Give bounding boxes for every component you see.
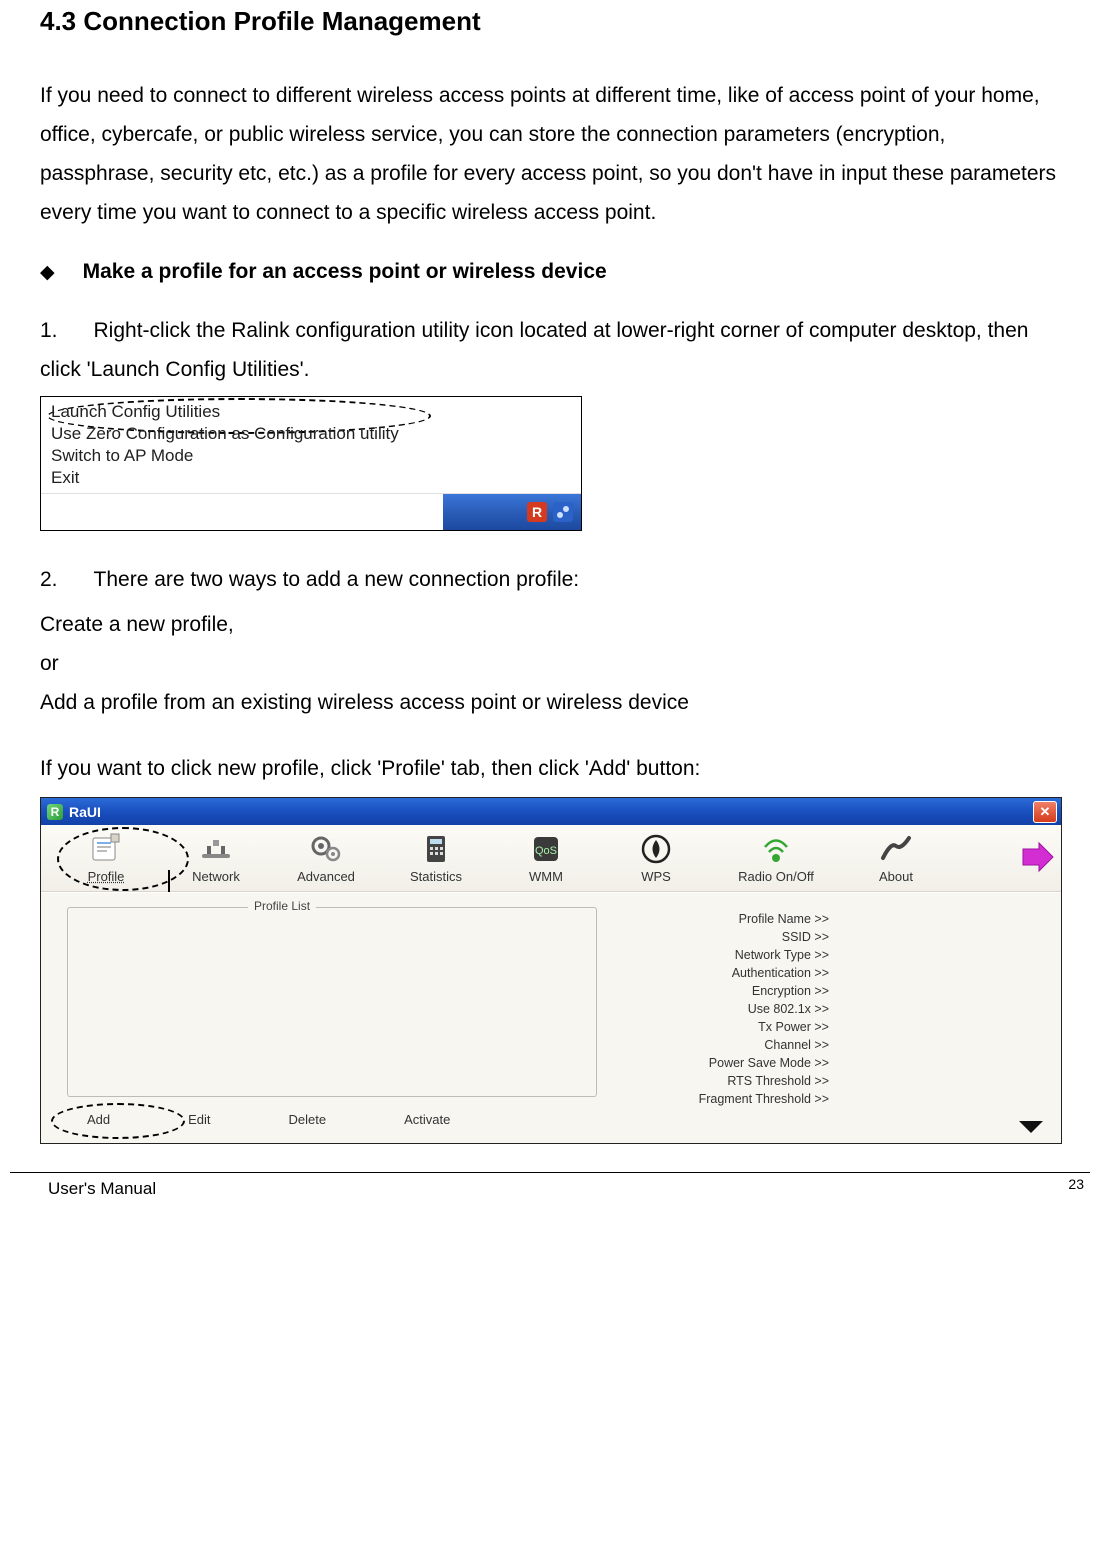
menu-item-switch-ap[interactable]: Switch to AP Mode [51, 445, 581, 467]
detail-fragment: Fragment Threshold >> [607, 1091, 829, 1107]
diamond-icon: ◆ [40, 261, 55, 284]
gear-icon [309, 832, 343, 866]
tab-radio-label: Radio On/Off [738, 869, 814, 884]
tab-wmm[interactable]: QoS WMM [491, 832, 601, 884]
step-1-number: 1. [40, 312, 58, 351]
taskbar: R [41, 493, 581, 530]
edit-button[interactable]: Edit [180, 1110, 218, 1129]
context-menu-screenshot: Launch Config Utilities Use Zero Configu… [40, 396, 582, 531]
raui-window-screenshot: R RaUI ✕ Profile Network [40, 797, 1062, 1144]
tab-network-label: Network [192, 869, 240, 884]
footer-left: User's Manual [48, 1179, 156, 1199]
tab-about[interactable]: About [841, 832, 951, 884]
step-1-text: Right-click the Ralink configuration uti… [40, 319, 1028, 381]
delete-button[interactable]: Delete [281, 1110, 335, 1129]
tab-statistics-label: Statistics [410, 869, 462, 884]
about-icon [879, 832, 913, 866]
svg-text:QoS: QoS [535, 845, 557, 857]
tab-profile[interactable]: Profile [51, 832, 161, 884]
tab-advanced[interactable]: Advanced [271, 832, 381, 884]
app-icon: R [47, 804, 63, 820]
step-2-text: There are two ways to add a new connecti… [94, 568, 580, 591]
detail-channel: Channel >> [607, 1037, 829, 1053]
option-create: Create a new profile, [40, 606, 1065, 645]
tab-radio[interactable]: Radio On/Off [711, 832, 841, 884]
detail-tx-power: Tx Power >> [607, 1019, 829, 1035]
tab-network[interactable]: Network [161, 832, 271, 884]
ralink-tray-icon[interactable]: R [527, 502, 547, 522]
step-2-number: 2. [40, 561, 58, 600]
title-bar: R RaUI ✕ [41, 798, 1061, 825]
tab-profile-label: Profile [88, 869, 125, 884]
profile-icon [89, 832, 123, 866]
step-2: 2. There are two ways to add a new connec… [40, 561, 1065, 600]
tab-advanced-label: Advanced [297, 869, 355, 884]
page-footer: User's Manual 23 [0, 1173, 1100, 1215]
profile-details: Profile Name >> SSID >> Network Type >> … [607, 911, 829, 1143]
option-or: or [40, 645, 1065, 684]
toolbar: Profile Network Advanced Statistics [41, 825, 1061, 892]
calculator-icon [419, 832, 453, 866]
profile-list: Profile List [67, 907, 597, 1097]
tab-wps[interactable]: WPS [601, 832, 711, 884]
add-button[interactable]: Add [79, 1110, 118, 1129]
activate-button[interactable]: Activate [396, 1110, 458, 1129]
qos-icon: QoS [529, 832, 563, 866]
detail-profile-name: Profile Name >> [607, 911, 829, 927]
intro-paragraph: If you need to connect to different wire… [40, 77, 1065, 232]
profile-list-label: Profile List [248, 899, 316, 913]
window-title: RaUI [69, 804, 101, 820]
wps-icon [639, 832, 673, 866]
raui-body: Profile List Profile Name >> SSID >> Net… [41, 892, 1061, 1143]
tab-about-label: About [879, 869, 913, 884]
detail-rts: RTS Threshold >> [607, 1073, 829, 1089]
option-add-existing: Add a profile from an existing wireless … [40, 684, 1065, 723]
bullet-item: ◆ Make a profile for an access point or … [40, 260, 1065, 284]
detail-authentication: Authentication >> [607, 965, 829, 981]
menu-item-zero-config[interactable]: Use Zero Configuration as Configuration … [51, 423, 581, 445]
tab-wps-label: WPS [641, 869, 671, 884]
svg-text:R: R [532, 504, 542, 520]
next-arrow-icon[interactable] [1019, 839, 1055, 875]
section-heading: 4.3 Connection Profile Management [40, 6, 1065, 37]
menu-item-launch[interactable]: Launch Config Utilities [51, 401, 581, 423]
instruction-click-profile: If you want to click new profile, click … [40, 750, 1065, 789]
detail-encryption: Encryption >> [607, 983, 829, 999]
page-number: 23 [1068, 1176, 1084, 1196]
radio-icon [759, 832, 793, 866]
expand-down-icon[interactable] [1017, 1119, 1045, 1137]
step-1: 1.Right-click the Ralink configuration u… [40, 312, 1065, 390]
tab-statistics[interactable]: Statistics [381, 832, 491, 884]
menu-item-exit[interactable]: Exit [51, 467, 581, 489]
close-button[interactable]: ✕ [1033, 801, 1057, 823]
detail-ssid: SSID >> [607, 929, 829, 945]
detail-network-type: Network Type >> [607, 947, 829, 963]
detail-8021x: Use 802.1x >> [607, 1001, 829, 1017]
network-tray-icon[interactable] [553, 502, 573, 522]
bullet-text: Make a profile for an access point or wi… [83, 260, 607, 284]
tab-wmm-label: WMM [529, 869, 563, 884]
network-icon [199, 832, 233, 866]
detail-power-save: Power Save Mode >> [607, 1055, 829, 1071]
